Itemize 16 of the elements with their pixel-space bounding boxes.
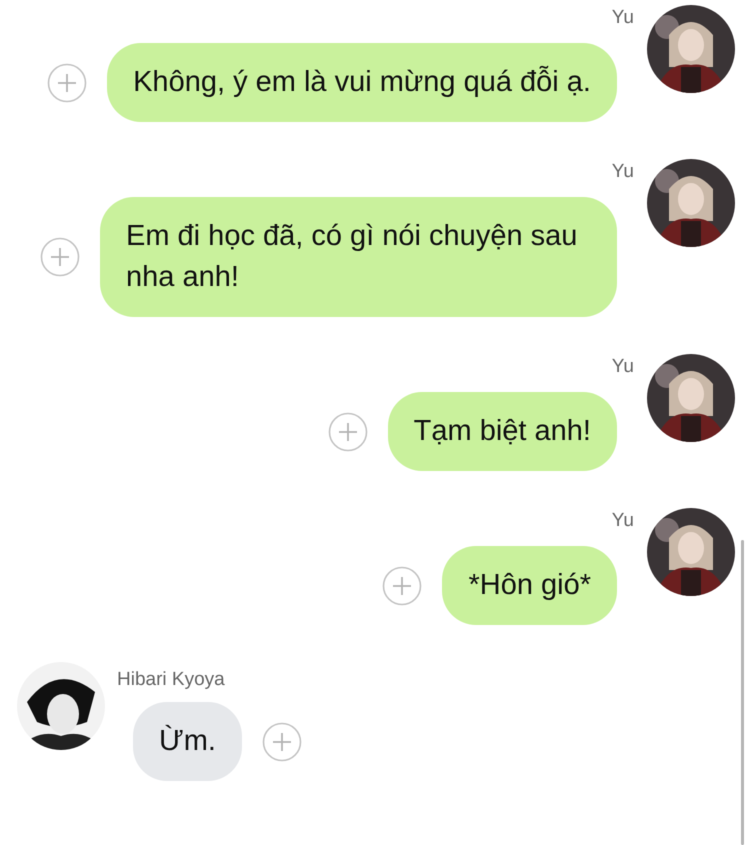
sender-name: Yu <box>612 509 634 533</box>
sender-name: Hibari Kyoya <box>117 668 225 692</box>
add-icon[interactable] <box>262 722 302 762</box>
message-bubble: *Hôn gió* <box>442 546 617 625</box>
message-bubble: Ừm. <box>133 702 242 781</box>
sender-name: Yu <box>612 355 634 379</box>
add-icon[interactable] <box>328 412 368 452</box>
add-icon[interactable] <box>47 62 88 102</box>
sender-name: Yu <box>612 6 634 30</box>
message-bubble: Tạm biệt anh! <box>388 392 617 471</box>
sender-name: Yu <box>612 160 634 184</box>
add-icon[interactable] <box>40 237 80 277</box>
message-bubble: Em đi học đã, có gì nói chuyện sau nha anh! <box>100 197 617 317</box>
add-icon[interactable] <box>382 566 422 606</box>
scrollbar[interactable] <box>741 540 744 845</box>
message-bubble: Không, ý em là vui mừng quá đỗi ạ. <box>107 43 617 122</box>
